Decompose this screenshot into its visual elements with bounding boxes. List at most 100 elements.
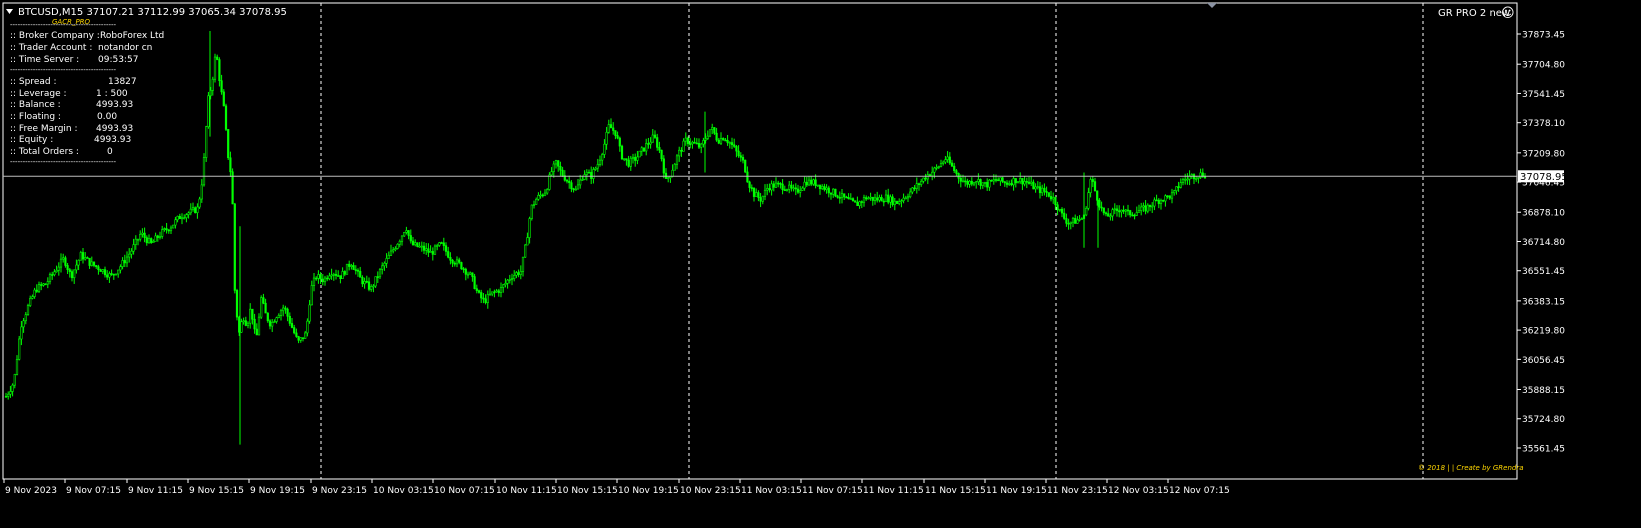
candle-body <box>810 179 813 185</box>
candle-body <box>814 179 817 186</box>
candle-body <box>572 188 575 191</box>
candle-body <box>700 143 703 148</box>
candle-body <box>851 198 855 202</box>
candle-body <box>376 276 379 278</box>
candle-body <box>121 260 124 267</box>
candle-body <box>557 160 560 167</box>
candle-body <box>948 156 951 164</box>
candle-body <box>398 240 401 245</box>
candle-body <box>517 272 520 275</box>
candle-body <box>986 181 989 188</box>
candle-body <box>506 279 509 284</box>
candle-body <box>341 271 344 279</box>
candle-body <box>66 265 69 270</box>
candle-body <box>431 251 434 255</box>
candle-body <box>904 197 907 200</box>
candle-body <box>917 183 921 185</box>
candle-body <box>702 140 705 145</box>
candle-body <box>636 156 639 161</box>
time-tick-label: 10 Nov 15:15 <box>557 486 618 496</box>
candle-body <box>708 129 712 137</box>
candle-body <box>240 321 243 333</box>
candle-body <box>638 150 641 158</box>
candle-body <box>845 196 848 199</box>
candle-body <box>218 59 221 81</box>
candle-body <box>990 179 993 182</box>
time-tick-label: 11 Nov 11:15 <box>863 486 924 496</box>
candle-body <box>519 271 522 275</box>
chart-menu-triangle-icon[interactable] <box>6 9 13 14</box>
candle-body <box>97 266 100 271</box>
candle-body <box>167 229 170 232</box>
candle-body <box>414 242 417 246</box>
candle-body <box>1085 207 1088 216</box>
candle-body <box>913 187 916 190</box>
candle-body <box>145 237 148 244</box>
candle-body <box>48 274 52 282</box>
candle-body <box>893 200 896 205</box>
time-axis[interactable]: 9 Nov 2023 9 Nov 07:15 9 Nov 11:15 9 Nov 15… <box>3 479 1230 496</box>
candle-body <box>381 265 384 270</box>
price-axis[interactable]: 37873.45 37704.80 37541.45 37378.10 37209.80… <box>1517 31 1565 455</box>
candle-body <box>686 137 690 145</box>
candle-body <box>693 141 696 144</box>
candle-body <box>752 187 756 197</box>
candle-body <box>601 154 604 161</box>
candle-body <box>711 127 714 130</box>
candle-body <box>13 374 16 386</box>
balance-value: 4993.93 <box>96 100 133 110</box>
candle-body <box>1155 199 1158 202</box>
candle-body <box>363 281 366 285</box>
candle-body <box>678 149 681 157</box>
candle-body <box>40 284 43 286</box>
candle-body <box>781 183 784 190</box>
candle-body <box>1173 190 1176 194</box>
candle-body <box>1005 182 1009 185</box>
broker-value: RoboForex Ltd <box>100 31 164 41</box>
chart-window[interactable]: 37873.45 37704.80 37541.45 37378.10 37209.80… <box>0 0 1641 524</box>
indicator-name: GR PRO 2 new <box>1438 8 1510 19</box>
candle-body <box>900 200 903 203</box>
candle-body <box>29 298 32 306</box>
candle-body <box>568 180 571 183</box>
price-chart[interactable]: 37873.45 37704.80 37541.45 37378.10 37209.80… <box>0 0 1641 524</box>
candle-body <box>51 274 54 276</box>
chart-shift-marker-icon[interactable] <box>1207 3 1217 8</box>
candle-body <box>779 182 782 185</box>
candle-body <box>790 184 793 189</box>
spread-value: 13827 <box>108 77 137 87</box>
candle-body <box>821 186 824 190</box>
candle-body <box>935 166 938 169</box>
candle-body <box>260 297 263 318</box>
candle-body <box>90 261 93 266</box>
candle-body <box>293 327 296 334</box>
candle-body <box>165 228 168 231</box>
candle-body <box>158 236 162 238</box>
equity-label: :: Equity : <box>10 135 53 145</box>
candle-body <box>442 242 445 246</box>
candle-body <box>288 315 291 324</box>
candle-body <box>961 180 965 183</box>
candle-body <box>334 273 338 276</box>
price-tick-label: 37541.45 <box>1522 90 1565 100</box>
candle-body <box>909 191 912 198</box>
account-info-panel: GACR_PRO -------------------------------… <box>10 18 164 166</box>
candle-body <box>829 192 833 195</box>
spread-label: :: Spread : <box>10 77 57 87</box>
candle-body <box>59 258 63 268</box>
candle-body <box>1137 210 1141 213</box>
candle-body <box>968 180 971 185</box>
candle-body <box>317 274 320 279</box>
candle-body <box>592 169 595 179</box>
candle-body <box>1179 182 1182 188</box>
candle-body <box>202 157 206 186</box>
candle-body <box>785 189 789 191</box>
candle-body <box>458 259 461 263</box>
leverage-label: :: Leverage : <box>10 89 67 99</box>
candle-body <box>1144 205 1147 212</box>
time-tick-label: 10 Nov 23:15 <box>680 486 741 496</box>
candle-body <box>502 284 505 288</box>
candle-body <box>429 251 432 253</box>
candle-body <box>750 187 753 189</box>
candle-body <box>576 184 580 190</box>
